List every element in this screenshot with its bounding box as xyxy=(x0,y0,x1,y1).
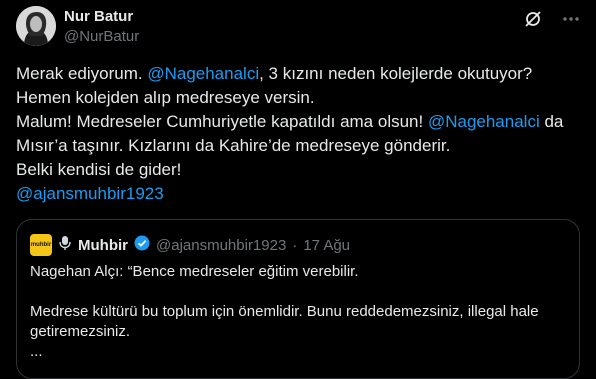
verified-badge-icon xyxy=(134,235,150,255)
author-name[interactable]: Nur Batur xyxy=(64,8,133,25)
tweet-text: Merak ediyorum. @Nagehanalci, 3 kızını n… xyxy=(16,62,584,206)
mention-link[interactable]: @Nagehanalci xyxy=(147,64,259,83)
quoted-tweet[interactable]: muhbir Muhbir @ajansmuhbir1923 · 17 Ağu … xyxy=(16,219,580,379)
quoted-text: Nagehan Alçı: “Bence medreseler eğitim v… xyxy=(30,262,570,362)
grok-icon[interactable] xyxy=(522,8,544,30)
tweet-text-segment: Merak ediyorum. xyxy=(16,64,148,83)
author-handle[interactable]: @NurBatur xyxy=(64,28,139,45)
quoted-date[interactable]: 17 Ağu xyxy=(303,237,350,254)
tweet-text-segment: , 3 kızını neden kolejlerde okutuyor? xyxy=(259,64,533,83)
separator-dot: · xyxy=(292,236,298,254)
quoted-avatar[interactable]: muhbir xyxy=(30,234,52,256)
quoted-author-handle[interactable]: @ajansmuhbir1923 xyxy=(156,237,286,254)
tweet-text-line: Belki kendisi de gider! xyxy=(16,160,182,179)
more-icon[interactable] xyxy=(560,8,582,30)
tweet-text-segment: da xyxy=(539,112,564,131)
mention-link[interactable]: @ajansmuhbir1923 xyxy=(16,184,164,203)
quoted-text-line: ... xyxy=(30,343,43,360)
tweet-text-line: Hemen kolejden alıp medreseye versin. xyxy=(16,88,315,107)
tweet-text-line: Mısır’a taşınır. Kızlarını da Kahire’de … xyxy=(16,136,451,155)
quoted-text-line: Nagehan Alçı: “Bence medreseler eğitim v… xyxy=(30,263,359,280)
quoted-text-line: Medrese kültürü bu toplum için önemlidir… xyxy=(30,303,539,340)
mention-link[interactable]: @Nagehanalci xyxy=(428,112,540,131)
quoted-author-name[interactable]: Muhbir xyxy=(78,237,128,254)
microphone-icon xyxy=(58,235,72,255)
tweet-text-segment: Malum! Medreseler Cumhuriyetle kapatıldı… xyxy=(16,112,428,131)
avatar[interactable] xyxy=(16,6,56,46)
